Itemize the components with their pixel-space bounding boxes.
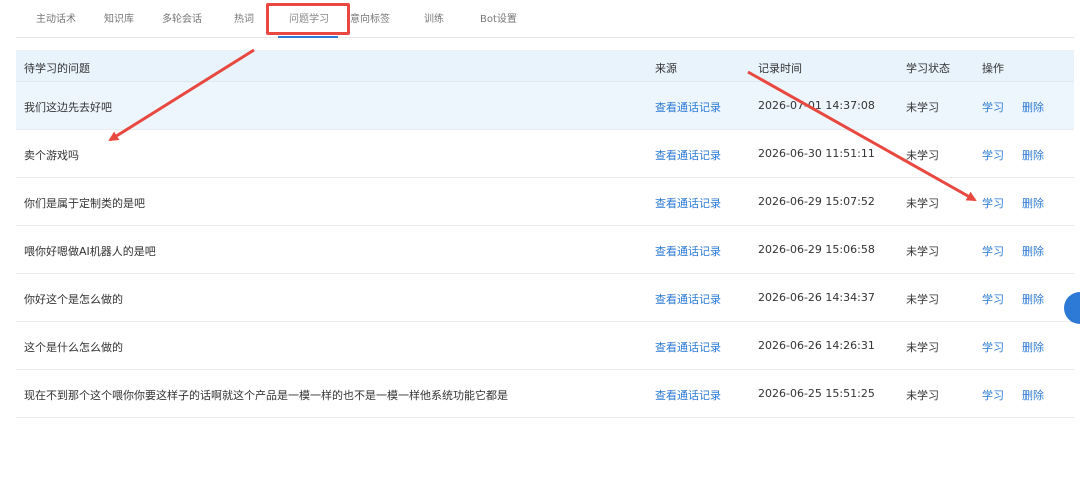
tab-proactive-script[interactable]: 主动话术: [36, 10, 76, 25]
record-time: 2026-06-26 14:26:31: [758, 339, 875, 352]
record-time: 2026-07-01 14:37:08: [758, 99, 875, 112]
tab-intent-tags[interactable]: 意向标签: [350, 10, 390, 25]
table-row: 这个是什么怎么做的 查看通话记录 2026-06-26 14:26:31 未学习…: [16, 322, 1074, 370]
header-actions: 操作: [982, 62, 1004, 75]
header-time: 记录时间: [758, 62, 802, 75]
header-question: 待学习的问题: [24, 62, 90, 75]
delete-button[interactable]: 删除: [1022, 339, 1044, 355]
record-time: 2026-06-26 14:34:37: [758, 291, 875, 304]
view-call-record-link[interactable]: 查看通话记录: [655, 339, 721, 355]
question-text: 你好这个是怎么做的: [24, 293, 123, 306]
question-text: 卖个游戏吗: [24, 149, 79, 162]
learning-status: 未学习: [906, 341, 939, 354]
record-time: 2026-06-30 11:51:11: [758, 147, 875, 160]
delete-button[interactable]: 删除: [1022, 291, 1044, 307]
delete-button[interactable]: 删除: [1022, 99, 1044, 115]
learn-button[interactable]: 学习: [982, 291, 1004, 307]
record-time: 2026-06-25 15:51:25: [758, 387, 875, 400]
learn-button[interactable]: 学习: [982, 243, 1004, 259]
learning-status: 未学习: [906, 197, 939, 210]
table-row: 我们这边先去好吧 查看通话记录 2026-07-01 14:37:08 未学习 …: [16, 82, 1074, 130]
learn-button[interactable]: 学习: [982, 99, 1004, 115]
learning-status: 未学习: [906, 245, 939, 258]
question-text: 喂你好嗯做AI机器人的是吧: [24, 245, 156, 258]
active-tab-indicator: [278, 36, 338, 38]
learn-button[interactable]: 学习: [982, 387, 1004, 403]
delete-button[interactable]: 删除: [1022, 195, 1044, 211]
view-call-record-link[interactable]: 查看通话记录: [655, 195, 721, 211]
table-row: 卖个游戏吗 查看通话记录 2026-06-30 11:51:11 未学习 学习 …: [16, 130, 1074, 178]
table-row: 现在不到那个这个喂你你要这样子的话啊就这个产品是一模一样的也不是一模一样他系统功…: [16, 370, 1074, 418]
header-status: 学习状态: [906, 62, 950, 75]
tab-knowledge-base[interactable]: 知识库: [104, 10, 134, 25]
question-table: 待学习的问题 来源 记录时间 学习状态 操作 我们这边先去好吧 查看通话记录 2…: [16, 50, 1074, 418]
table-row: 你好这个是怎么做的 查看通话记录 2026-06-26 14:34:37 未学习…: [16, 274, 1074, 322]
learn-button[interactable]: 学习: [982, 339, 1004, 355]
view-call-record-link[interactable]: 查看通话记录: [655, 387, 721, 403]
delete-button[interactable]: 删除: [1022, 147, 1044, 163]
table-row: 喂你好嗯做AI机器人的是吧 查看通话记录 2026-06-29 15:06:58…: [16, 226, 1074, 274]
delete-button[interactable]: 删除: [1022, 243, 1044, 259]
learning-status: 未学习: [906, 389, 939, 402]
question-text: 你们是属于定制类的是吧: [24, 197, 145, 210]
learning-status: 未学习: [906, 149, 939, 162]
record-time: 2026-06-29 15:07:52: [758, 195, 875, 208]
view-call-record-link[interactable]: 查看通话记录: [655, 291, 721, 307]
view-call-record-link[interactable]: 查看通话记录: [655, 99, 721, 115]
tab-bar: 主动话术 知识库 多轮会话 热词 问题学习 意向标签 训练 Bot设置: [16, 0, 1074, 38]
learn-button[interactable]: 学习: [982, 147, 1004, 163]
view-call-record-link[interactable]: 查看通话记录: [655, 243, 721, 259]
record-time: 2026-06-29 15:06:58: [758, 243, 875, 256]
table-row: 你们是属于定制类的是吧 查看通话记录 2026-06-29 15:07:52 未…: [16, 178, 1074, 226]
learn-button[interactable]: 学习: [982, 195, 1004, 211]
question-text: 我们这边先去好吧: [24, 101, 112, 114]
question-text: 现在不到那个这个喂你你要这样子的话啊就这个产品是一模一样的也不是一模一样他系统功…: [24, 389, 508, 402]
tab-training[interactable]: 训练: [424, 10, 444, 25]
tab-bot-settings[interactable]: Bot设置: [480, 10, 517, 25]
delete-button[interactable]: 删除: [1022, 387, 1044, 403]
annotation-highlight-box: [266, 3, 350, 35]
header-source: 来源: [655, 62, 677, 75]
learning-status: 未学习: [906, 293, 939, 306]
question-text: 这个是什么怎么做的: [24, 341, 123, 354]
tab-hot-words[interactable]: 热词: [234, 10, 254, 25]
learning-status: 未学习: [906, 101, 939, 114]
table-header: 待学习的问题 来源 记录时间 学习状态 操作: [16, 50, 1074, 82]
view-call-record-link[interactable]: 查看通话记录: [655, 147, 721, 163]
tab-multi-turn[interactable]: 多轮会话: [162, 10, 202, 25]
